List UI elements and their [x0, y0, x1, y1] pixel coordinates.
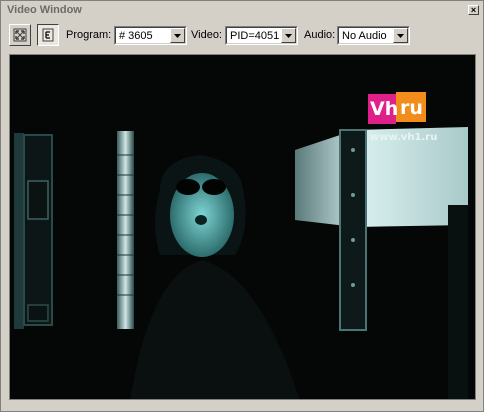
video-window: Video Window × Program: # 3605 Video: PI…	[0, 0, 484, 412]
toolbar: Program: # 3605 Video: PID=4051 Audio: N…	[2, 21, 482, 49]
window-title: Video Window	[7, 4, 82, 16]
close-icon: ×	[470, 5, 477, 15]
video-value: PID=4051	[230, 30, 280, 42]
video-select[interactable]: PID=4051	[225, 26, 298, 45]
audio-value: No Audio	[342, 30, 387, 42]
close-button[interactable]: ×	[468, 5, 479, 15]
dropdown-arrow-icon	[285, 34, 292, 38]
title-bar[interactable]: Video Window ×	[2, 2, 482, 19]
vh1-logo: Vh ru	[368, 92, 426, 126]
audio-dropdown-button[interactable]	[393, 28, 408, 43]
audio-select[interactable]: No Audio	[337, 26, 410, 45]
logo-url: www.vh1.ru	[370, 132, 438, 143]
video-display[interactable]: Vh ru www.vh1.ru	[9, 54, 476, 400]
video-dropdown-button[interactable]	[281, 28, 296, 43]
e-mode-icon	[42, 28, 54, 42]
audio-label: Audio:	[304, 29, 336, 41]
dropdown-arrow-icon	[397, 34, 404, 38]
program-value: # 3605	[119, 30, 153, 42]
program-select[interactable]: # 3605	[114, 26, 187, 45]
program-label: Program:	[66, 29, 112, 41]
e-mode-button[interactable]	[37, 24, 59, 46]
fullscreen-icon	[13, 28, 27, 42]
fullscreen-button[interactable]	[9, 24, 31, 46]
program-dropdown-button[interactable]	[170, 28, 185, 43]
logo-text-vh: Vh	[370, 98, 399, 120]
video-label: Video:	[191, 29, 222, 41]
logo-text-ru: ru	[400, 97, 423, 119]
dropdown-arrow-icon	[174, 34, 181, 38]
